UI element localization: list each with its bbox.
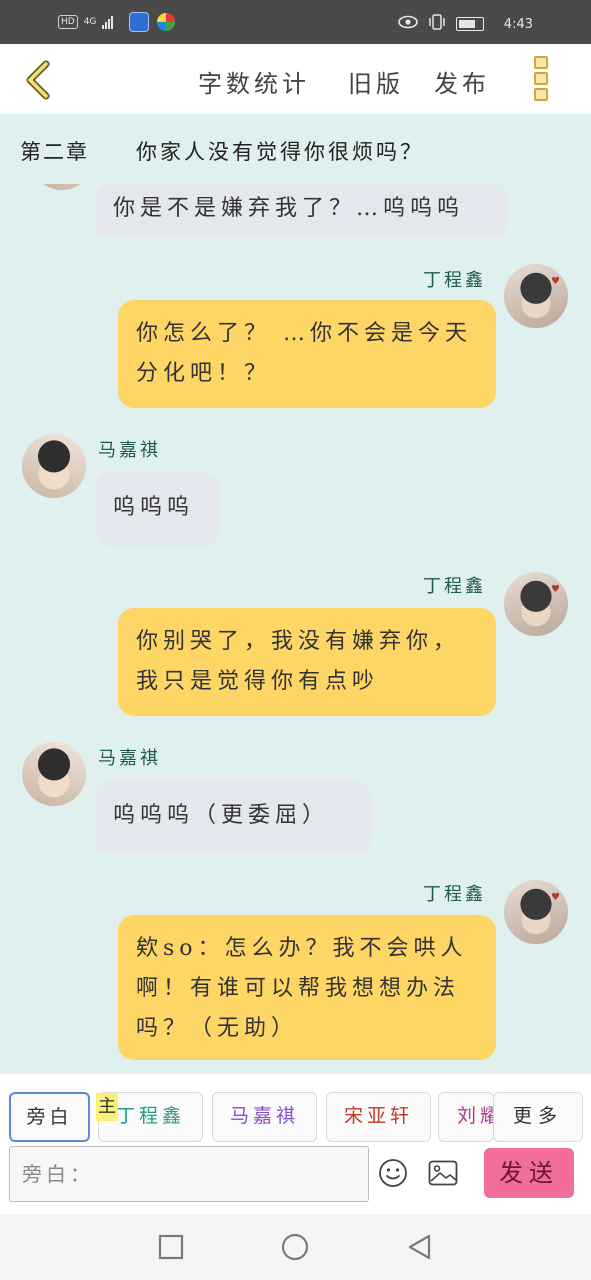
battery-icon (455, 17, 484, 31)
clock: 4:43 (503, 16, 533, 32)
message-bubble[interactable]: 呜呜呜（更委屈） (95, 780, 371, 854)
more-menu-button[interactable] (534, 56, 550, 102)
emoji-icon[interactable] (378, 1158, 408, 1188)
network-type: 4G (83, 17, 97, 27)
speaker-name: 马嘉祺 (98, 440, 161, 461)
avatar[interactable] (22, 434, 86, 498)
heart-icon: ♥ (551, 584, 560, 595)
vibrate-icon (428, 14, 446, 34)
eye-icon (397, 15, 418, 33)
input-row: 发送 (0, 1144, 591, 1208)
send-button[interactable]: 发送 (484, 1148, 574, 1198)
home-circle-icon[interactable] (280, 1232, 310, 1262)
role-button-liu-yaowen[interactable]: 刘耀文 (438, 1092, 494, 1142)
message-bubble[interactable]: 呜呜呜 (95, 472, 219, 546)
editor-header: 字数统计 旧版 发布 (0, 44, 591, 114)
more-roles-button[interactable]: 更多 (493, 1092, 583, 1142)
word-count-button[interactable]: 字数统计 (198, 64, 310, 99)
chevron-left-icon (26, 60, 50, 100)
signal-icon (102, 15, 114, 29)
chapter-title[interactable]: 你家人没有觉得你很烦吗？ (136, 136, 424, 166)
speaker-name: 丁程鑫 (423, 884, 486, 905)
heart-icon: ♥ (551, 892, 560, 903)
menu-dot-icon (534, 56, 548, 69)
hd-badge: HD (58, 15, 78, 29)
menu-dot-icon (534, 72, 548, 85)
chat-list[interactable]: 你是不是嫌弃我了？…呜呜呜 丁程鑫 ♥ 你怎么了？ …你不会是今天分化吧！？ 马… (0, 140, 591, 1070)
menu-dot-icon (534, 88, 548, 101)
avatar[interactable]: ♥ (504, 880, 568, 944)
status-bar: HD 4G 4:43 (0, 0, 591, 44)
composer-panel: 旁白 丁程鑫 马嘉祺 宋亚轩 刘耀文 更多 发送 (0, 1074, 591, 1214)
avatar[interactable]: ♥ (504, 572, 568, 636)
publish-button[interactable]: 发布 (434, 64, 490, 99)
main-character-tag: 主 (96, 1093, 118, 1121)
role-button-ma-jiaqi[interactable]: 马嘉祺 (212, 1092, 317, 1142)
back-triangle-icon[interactable] (404, 1232, 434, 1262)
heart-icon: ♥ (551, 276, 560, 287)
message-bubble[interactable]: 你怎么了？ …你不会是今天分化吧！？ (118, 300, 496, 408)
message-bubble[interactable]: 你别哭了，我没有嫌弃你，我只是觉得你有点吵 (118, 608, 496, 716)
back-button[interactable] (22, 58, 58, 102)
speaker-name: 丁程鑫 (423, 270, 486, 291)
speaker-name: 丁程鑫 (423, 576, 486, 597)
image-icon[interactable] (428, 1160, 458, 1186)
message-input[interactable] (9, 1146, 369, 1202)
role-button-song-yaxuan[interactable]: 宋亚轩 (326, 1092, 431, 1142)
system-nav-bar (0, 1214, 591, 1280)
chapter-label: 第二章 (20, 140, 89, 164)
recents-square-icon[interactable] (156, 1232, 186, 1262)
speaker-name: 马嘉祺 (98, 748, 161, 769)
color-wheel-app-icon (157, 13, 176, 31)
role-narrator-button[interactable]: 旁白 (9, 1092, 90, 1142)
chapter-bar: 第二章 你家人没有觉得你很烦吗？ (0, 114, 591, 184)
avatar[interactable]: ♥ (504, 264, 568, 328)
message-bubble[interactable]: 你是不是嫌弃我了？…呜呜呜 (95, 182, 507, 238)
shield-app-icon (129, 12, 150, 32)
message-bubble[interactable]: 欸so：怎么办？我不会哄人啊！有谁可以帮我想想办法吗？（无助） (118, 915, 496, 1060)
avatar[interactable] (22, 742, 86, 806)
old-version-button[interactable]: 旧版 (348, 64, 404, 99)
